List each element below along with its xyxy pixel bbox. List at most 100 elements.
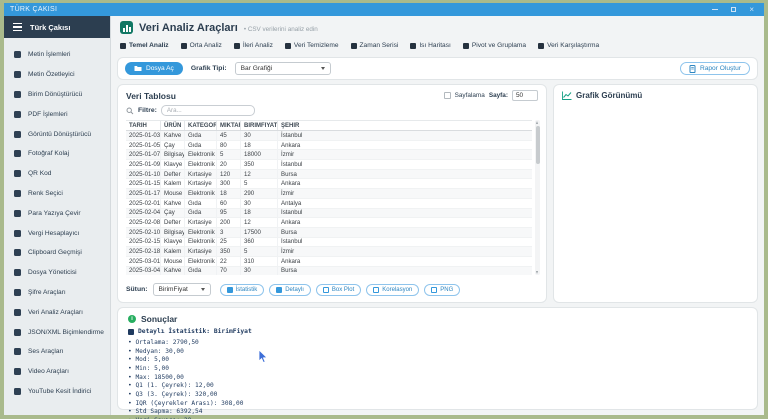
table-column-header[interactable]: TARIH (126, 121, 161, 130)
table-row[interactable]: 2025-02-08 Defter Kırtasiye 200 12 Ankara (126, 218, 532, 228)
hamburger-menu-icon[interactable] (13, 22, 22, 32)
table-cell: İzmir (281, 151, 295, 159)
chart-type-select[interactable]: Bar Grafiği (234, 62, 331, 75)
tab-ileri-analiz[interactable]: İleri Analiz (233, 42, 273, 49)
sidebar-item-metin-islemleri[interactable]: Metin İşlemleri (4, 45, 110, 65)
table-row[interactable]: 2025-01-10 Defter Kırtasiye 120 12 Bursa (126, 169, 532, 180)
filter-input[interactable] (160, 105, 255, 116)
table-cell: 300 (217, 179, 241, 189)
tab-pivot-ve-gruplama[interactable]: Pivot ve Gruplama (462, 42, 526, 49)
table-row[interactable]: 2025-01-03 Kahve Gıda 45 30 İstanbul (126, 131, 532, 141)
tab-isi-haritasi[interactable]: Isı Haritası (410, 42, 451, 49)
tab-veri-karsilastirma[interactable]: Veri Karşılaştırma (538, 42, 599, 49)
table-row[interactable]: 2025-02-04 Çay Gıda 95 18 İstanbul (126, 208, 532, 219)
table-cell: 25 (217, 237, 241, 247)
table-row[interactable]: 2025-01-17 Mouse Elektronik 18 290 İzmir (126, 189, 532, 199)
sidebar-item-para-yaziya-cevir[interactable]: Para Yazıya Çevir (4, 203, 110, 223)
istatistik-button[interactable]: İstatistik (219, 283, 265, 296)
tab-orta-analiz[interactable]: Orta Analiz (180, 42, 222, 49)
sidebar-item-json-xml-bicimlendirme[interactable]: JSON/XML Biçimlendirme (4, 322, 110, 342)
scroll-down-icon[interactable] (536, 271, 538, 274)
table-row[interactable]: 2025-02-18 Kalem Kırtasiye 350 5 İzmir (126, 247, 532, 257)
table-cell: 18 (241, 208, 278, 218)
box-plot-button[interactable]: Box Plot (315, 283, 362, 296)
table-cell: İzmir (281, 189, 295, 197)
sidebar-item-sifre-araclari[interactable]: Şifre Araçları (4, 283, 110, 303)
maximize-icon[interactable] (731, 7, 737, 12)
create-report-button[interactable]: Rapor Oluştur (679, 62, 750, 75)
table-cell: Kahve (161, 198, 185, 208)
table-cell: Bursa (281, 228, 297, 236)
sidebar-item-fotograf-kolaj[interactable]: Fotoğraf Kolaj (4, 144, 110, 164)
table-column-header[interactable]: ŞEHIR (278, 121, 532, 130)
table-cell: 18 (241, 140, 278, 150)
detayli-button[interactable]: Detaylı (269, 283, 311, 296)
sidebar-item-vergi-hesaplayici[interactable]: Vergi Hesaplayıcı (4, 223, 110, 243)
table-cell: Kalem (161, 179, 185, 189)
table-cell: 20 (217, 160, 241, 169)
table-cell: Kahve (161, 131, 185, 140)
table-row[interactable]: 2025-03-04 Kahve Gıda 70 30 Bursa (126, 266, 532, 275)
sidebar-item-clipboard-gecmisi[interactable]: Clipboard Geçmişi (4, 243, 110, 263)
table-row[interactable]: 2025-01-15 Kalem Kırtasiye 300 5 Ankara (126, 179, 532, 190)
sidebar-item-birim-donusturucu[interactable]: Birim Dönüştürücü (4, 85, 110, 105)
tab-veri-temizleme[interactable]: Veri Temizleme (284, 42, 339, 49)
table-cell: İstanbul (281, 238, 303, 246)
table-cell: 2025-02-10 (126, 227, 161, 237)
table-cell: 2025-03-04 (126, 266, 161, 275)
table-scrollbar[interactable] (535, 120, 540, 275)
table-cell: İstanbul (281, 209, 303, 217)
sidebar-item-dosya-yoneticisi[interactable]: Dosya Yöneticisi (4, 263, 110, 283)
table-cell: 30 (241, 131, 278, 140)
text-document-icon (14, 51, 21, 59)
png-button[interactable]: PNG (424, 283, 461, 296)
table-row[interactable]: 2025-01-07BilgisayarElektronik518000İzmi… (126, 150, 532, 161)
line-chart-icon (233, 42, 240, 49)
heatmap-icon (410, 42, 417, 49)
qr-code-icon (14, 170, 21, 178)
close-icon[interactable]: × (749, 5, 754, 14)
tab-temel-analiz[interactable]: Temel Analiz (120, 42, 169, 49)
table-row[interactable]: 2025-03-01 Mouse Elektronik 22 310 Ankara (126, 256, 532, 267)
table-row[interactable]: 2025-01-05 Çay Gıda 80 18 Ankara (126, 140, 532, 151)
scrollbar-thumb[interactable] (535, 126, 540, 164)
table-row[interactable]: 2025-02-15 Klavye Elektronik 25 360 İstanbul (126, 237, 532, 248)
table-column-header[interactable]: MIKTAR (217, 121, 241, 130)
table-column-header[interactable]: KATEGORI (185, 121, 217, 130)
table-column-header[interactable]: BIRIMFIYAT (241, 121, 278, 130)
table-cell: 12 (241, 169, 278, 179)
sidebar-item-pdf-islemleri[interactable]: PDF İşlemleri (4, 104, 110, 124)
sidebar-item-youtube-kesit-indirici[interactable]: YouTube Kesit İndirici (4, 382, 110, 402)
sidebar-item-ses-araclari[interactable]: Ses Araçları (4, 342, 110, 362)
open-file-button[interactable]: Dosya Aç (125, 62, 183, 75)
bar-chart-icon (120, 42, 126, 49)
sidebar-item-veri-analiz-araclari[interactable]: Veri Analiz Araçları (4, 302, 110, 322)
stat-line: • Max: 18500,00 (128, 373, 184, 381)
sidebar-item-video-araclari[interactable]: Video Araçları (4, 362, 110, 382)
pagination-checkbox[interactable] (443, 92, 451, 99)
table-cell: 12 (241, 218, 278, 227)
sidebar-item-renk-secici[interactable]: Renk Seçici (4, 184, 110, 204)
table-row[interactable]: 2025-02-10BilgisayarElektronik317500Burs… (126, 227, 532, 238)
table-cell: Bilgisayar (161, 227, 185, 237)
music-note-icon (14, 348, 21, 356)
sidebar-item-goruntu-donusturucu[interactable]: Görüntü Dönüştürücü (4, 124, 110, 144)
table-cell: 2025-01-07 (126, 150, 161, 160)
korelasyon-button[interactable]: Korelasyon (366, 283, 420, 296)
table-cell: Elektronik (185, 150, 217, 160)
table-panel-title: Veri Tablosu (126, 90, 176, 101)
page-size-input[interactable] (512, 90, 538, 101)
table-row[interactable]: 2025-02-01 Kahve Gıda 60 30 Antalya (126, 198, 532, 209)
sidebar-item-qr-kod[interactable]: QR Kod (4, 164, 110, 184)
minimize-icon[interactable] (712, 9, 719, 10)
table-cell: 5 (241, 247, 278, 256)
table-row[interactable]: 2025-01-09 Klavye Elektronik 20 350 İstanbul (126, 160, 532, 170)
scroll-up-icon[interactable] (536, 121, 538, 124)
tab-zaman-serisi[interactable]: Zaman Serisi (350, 42, 398, 49)
column-select[interactable]: BirimFiyat (152, 283, 211, 296)
time-series-icon (350, 42, 357, 49)
table-column-header[interactable]: ÜRÜN (161, 121, 185, 130)
page-title: Veri Analiz Araçları (139, 21, 238, 34)
table-cell: Klavye (161, 237, 185, 247)
sidebar-item-metin-ozetleyici[interactable]: Metin Özetleyici (4, 65, 110, 85)
